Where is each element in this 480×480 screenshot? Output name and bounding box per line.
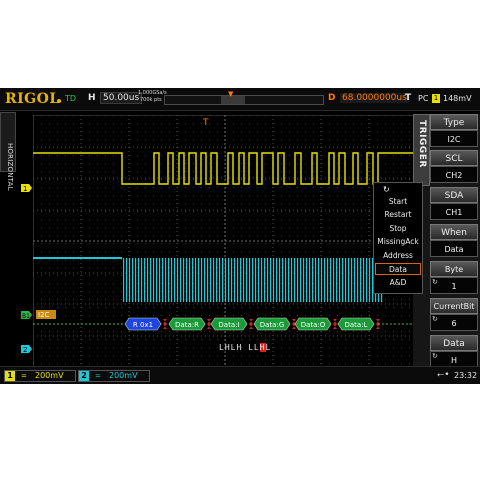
usb-icon: ⭠• — [437, 370, 450, 380]
delay-letter: D — [328, 93, 336, 103]
softkey-type-label: Type — [430, 114, 478, 130]
rotate-knob-icon: ↻ — [432, 315, 438, 323]
decode-packet-label: Data:L — [345, 321, 368, 329]
trigger-condition: PC — [418, 94, 429, 103]
channel-markers: 1 B1 2 — [21, 184, 32, 354]
menu-item-address[interactable]: Address — [375, 250, 421, 262]
rotate-knob-icon: ↻ — [383, 185, 390, 194]
menu-item-data[interactable]: Data — [375, 263, 421, 275]
brand-logo: RIGOL — [5, 91, 60, 107]
horizontal-tab-label: HORIZONTAL — [6, 143, 14, 191]
trigger-pattern[interactable]: LHLH LLHL — [219, 343, 271, 352]
trigger-delay[interactable]: 68.0000000us — [340, 93, 409, 103]
menu-item-missing-ack[interactable]: MissingAck — [375, 236, 421, 248]
softkey-when-label: When — [430, 224, 478, 240]
ch2-marker-label: 2 — [23, 346, 27, 354]
run-status[interactable]: TD — [65, 94, 76, 103]
menu-item-restart[interactable]: Restart — [375, 209, 421, 221]
softkey-type-value: I2C — [430, 130, 478, 147]
softkey-data[interactable]: Data H ↻ — [430, 335, 478, 369]
bus-label: I2C — [38, 311, 50, 319]
waveform-grid: T R 0x1 Data:R Data:I Data:G Data:O Data:L I2… — [33, 115, 417, 367]
rotate-knob-icon: ↻ — [432, 278, 438, 286]
memory-position-bar[interactable] — [164, 95, 324, 105]
menu-item-address-data[interactable]: A&D — [375, 277, 421, 289]
trigger-level[interactable]: 148mV — [443, 94, 472, 103]
softkey-when[interactable]: When Data — [430, 224, 478, 258]
pattern-tail: L — [265, 343, 272, 352]
timebase-letter: H — [88, 93, 96, 103]
menu-item-start[interactable]: Start — [375, 196, 421, 208]
softkey-sda[interactable]: SDA CH1 — [430, 187, 478, 221]
ch2-scale: 200mV — [109, 371, 138, 380]
softkey-scl-label: SCL — [430, 150, 478, 166]
memory-depth: 700k pts — [140, 97, 162, 103]
bus-marker-label: B1 — [22, 313, 30, 320]
ch1-scale: 200mV — [35, 371, 64, 380]
sample-rate: 1.000GSa/s — [138, 90, 167, 96]
trigger-letter: T — [405, 93, 412, 103]
softkey-byte-length[interactable]: Byte Length 1 ↻ — [430, 261, 478, 295]
softkey-data-label: Data — [430, 335, 478, 351]
horizontal-menu-tab[interactable]: HORIZONTAL — [0, 112, 16, 191]
decode-packet-label: R 0x1 — [133, 321, 153, 329]
ch1-coupling: = — [21, 372, 27, 380]
menu-item-stop[interactable]: Stop — [375, 223, 421, 235]
ch2-number: 2 — [79, 371, 89, 381]
ch2-status[interactable]: 2 = 200mV — [78, 370, 150, 382]
trigger-tab-label: TRIGGER — [417, 120, 427, 168]
decode-packet-label: Data:G — [260, 321, 285, 329]
status-bar: RIGOL TD H 50.00us 1.000GSa/s 700k pts ▼… — [0, 88, 480, 111]
decode-packet-label: Data:O — [301, 321, 326, 329]
logo-dot — [57, 99, 61, 103]
rotate-knob-icon: ↻ — [432, 352, 438, 360]
softkey-scl-value: CH2 — [430, 166, 478, 183]
trigger-position-marker: ▼ — [228, 90, 234, 98]
ch2-clock-burst — [122, 258, 384, 302]
softkey-sda-label: SDA — [430, 187, 478, 203]
ch1-status[interactable]: 1 = 200mV — [4, 370, 76, 382]
trigger-channel-badge: 1 — [432, 94, 440, 103]
timebase-value[interactable]: 50.00us — [100, 92, 143, 104]
softkey-sda-value: CH1 — [430, 203, 478, 220]
softkey-type[interactable]: Type I2C — [430, 114, 478, 148]
decode-packet-label: Data:R — [175, 321, 199, 329]
trigger-menu-tab[interactable]: TRIGGER — [413, 114, 430, 186]
trigger-time-marker: T — [202, 118, 209, 128]
softkey-when-value: Data — [430, 240, 478, 257]
softkey-current-bit-label: CurrentBit — [430, 298, 478, 314]
pattern-bits: LHLH LL — [219, 343, 260, 352]
softkey-scl[interactable]: SCL CH2 — [430, 150, 478, 184]
ch1-marker-label: 1 — [23, 185, 27, 193]
channel-status-bar: 1 = 200mV 2 = 200mV ⭠• 23:32 — [0, 366, 480, 384]
softkey-byte-length-label: Byte Length — [430, 261, 478, 290]
ch2-coupling: = — [95, 372, 101, 380]
when-options-menu: ↻ Start Restart Stop MissingAck Address … — [373, 182, 423, 294]
trigger-menu-panel: TRIGGER Type I2C SCL CH2 SDA CH1 When Da… — [413, 114, 480, 372]
oscilloscope-screen: RIGOL TD H 50.00us 1.000GSa/s 700k pts ▼… — [0, 88, 480, 384]
softkey-current-bit[interactable]: CurrentBit 6 ↻ — [430, 298, 478, 332]
system-clock: 23:32 — [454, 371, 478, 380]
decode-packet-label: Data:I — [218, 321, 239, 329]
ch1-number: 1 — [5, 371, 15, 381]
